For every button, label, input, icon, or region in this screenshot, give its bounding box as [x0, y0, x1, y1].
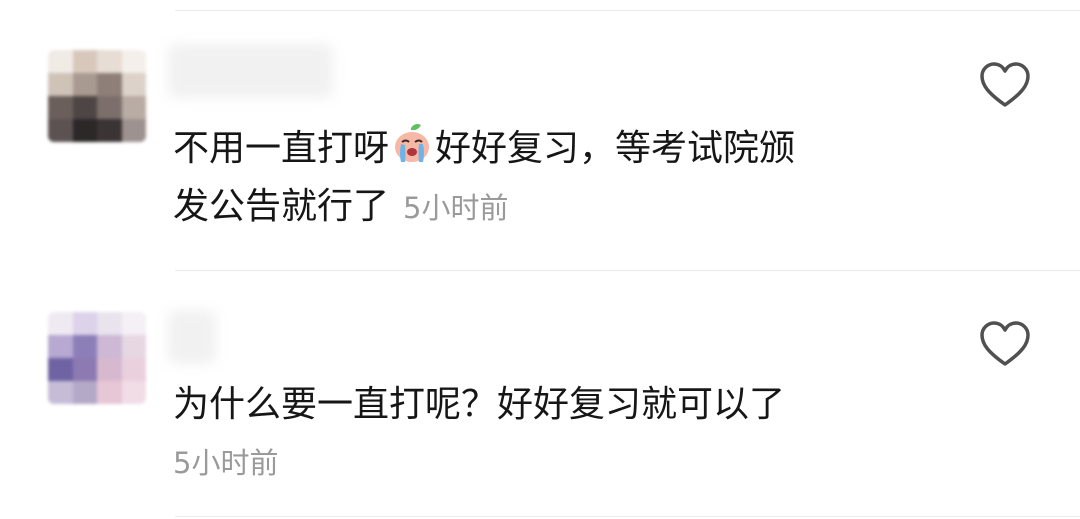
avatar-pixel	[72, 358, 97, 381]
avatar-pixel	[48, 50, 73, 73]
avatar-pixel	[121, 381, 146, 404]
comment-text-line: 为什么要一直打呢？好好复习就可以了	[173, 384, 786, 425]
avatar-pixel	[72, 50, 97, 73]
username-blurred[interactable]	[168, 44, 333, 98]
like-button[interactable]	[974, 316, 1036, 372]
avatar-pixel	[48, 335, 73, 358]
avatar-pixel	[48, 119, 73, 142]
comment-text: 为什么要一直打呢？好好复习就可以了	[173, 376, 785, 434]
avatar-pixel	[97, 335, 122, 358]
heart-outline-icon	[980, 321, 1030, 366]
avatar-pixel	[48, 96, 73, 119]
avatar-pixel	[72, 335, 97, 358]
bottom-divider	[175, 516, 1080, 517]
avatar-pixel	[121, 312, 146, 335]
avatar-pixel	[97, 119, 122, 142]
avatar-pixel	[48, 358, 73, 381]
comment-text-part: 发公告就行了	[173, 186, 390, 227]
timestamp: 5小时前	[173, 446, 279, 480]
avatar-pixel	[121, 50, 146, 73]
avatar-pixel	[48, 381, 73, 404]
avatar-pixel	[72, 381, 97, 404]
avatar-pixel	[97, 73, 122, 96]
crying-peach-sticker-icon	[389, 120, 435, 166]
like-button[interactable]	[974, 57, 1036, 113]
avatar-pixel	[72, 96, 97, 119]
avatar-pixel	[97, 358, 122, 381]
username-blurred[interactable]	[168, 310, 216, 364]
comment-text: 不用一直打呀 好好复习，等考试院颁 发公告就行了 5小时前	[173, 120, 795, 237]
comment-text-part: 不用一直打呀	[173, 128, 390, 169]
avatar-pixel	[97, 312, 122, 335]
timestamp: 5小时前	[403, 191, 509, 225]
avatar-pixel	[121, 335, 146, 358]
avatar-pixel	[97, 96, 122, 119]
avatar-pixel	[72, 312, 97, 335]
avatar-pixel	[48, 73, 73, 96]
avatar-pixel	[121, 358, 146, 381]
avatar-pixel	[72, 73, 97, 96]
avatar-pixel	[121, 96, 146, 119]
avatar-pixel	[72, 119, 97, 142]
avatar-pixel	[97, 50, 122, 73]
avatar-pixel	[121, 73, 146, 96]
comment-text-part: 好好复习，等考试院颁	[435, 128, 796, 169]
avatar-pixel	[97, 381, 122, 404]
comment-divider	[175, 270, 1080, 271]
top-divider	[175, 10, 1080, 11]
avatar[interactable]	[48, 50, 146, 142]
avatar-pixel	[48, 312, 73, 335]
avatar-pixel	[121, 119, 146, 142]
avatar[interactable]	[48, 312, 146, 404]
heart-outline-icon	[980, 62, 1030, 107]
